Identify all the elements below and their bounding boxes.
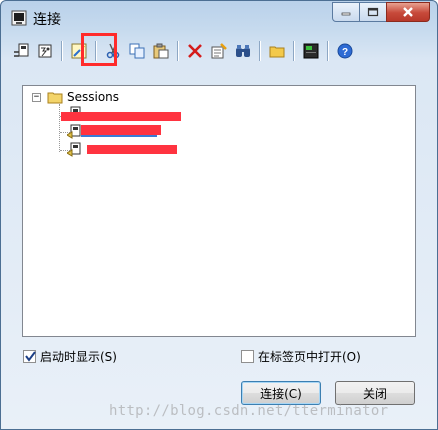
binoculars-icon (236, 45, 250, 57)
delete-icon (188, 44, 202, 58)
new-folder-button[interactable] (266, 40, 288, 62)
show-on-startup-label: 启动时显示(S) (40, 350, 117, 364)
copy-button[interactable] (126, 40, 148, 62)
open-in-tab-label: 在标签页中打开(O) (258, 350, 361, 364)
properties-button[interactable] (208, 40, 230, 62)
close-window-button[interactable] (386, 2, 430, 22)
properties-icon (211, 43, 227, 59)
close-button[interactable]: 关闭 (335, 381, 415, 405)
toolbar-separator (177, 41, 179, 61)
help-icon: ? (337, 43, 353, 59)
show-on-startup-option[interactable]: 启动时显示(S) (23, 348, 117, 365)
maximize-icon (367, 7, 379, 17)
session-icon (67, 142, 81, 157)
paste-button[interactable] (150, 40, 172, 62)
selection-underline (81, 135, 157, 137)
checkmark-icon (25, 351, 36, 362)
folder-icon (47, 92, 63, 104)
connect-button[interactable]: 连接(C) (241, 381, 321, 405)
app-icon (11, 10, 27, 26)
toolbar: ? (9, 37, 429, 65)
session-tree[interactable]: − Sessions (22, 85, 416, 337)
maximize-button[interactable] (359, 2, 387, 22)
watermark-text: http://blog.csdn.net/tterminator (109, 403, 389, 419)
redacted-session-name (61, 112, 181, 121)
toolbar-separator (61, 41, 63, 61)
connect-session-button[interactable] (10, 40, 32, 62)
toolbar-separator (293, 41, 295, 61)
minimize-icon (341, 12, 351, 16)
toolbar-separator (327, 41, 329, 61)
delete-button[interactable] (184, 40, 206, 62)
folder-icon (269, 46, 285, 58)
copy-icon (129, 43, 145, 59)
tree-connector (59, 104, 60, 152)
connect-dialog: 连接 ? − Sessions 启动时显示(S) 在标签页中打开(O) 连接(C… (0, 0, 438, 430)
toolbar-highlight-box (81, 33, 117, 66)
terminal-icon (303, 43, 319, 59)
quick-connect-icon (38, 44, 52, 58)
paste-icon (153, 43, 169, 59)
redacted-session-name (81, 125, 161, 135)
minimize-button[interactable] (332, 2, 360, 22)
redacted-session-name (87, 145, 177, 154)
title-bar: 连接 (1, 1, 437, 31)
terminal-button[interactable] (300, 40, 322, 62)
svg-text:?: ? (342, 47, 348, 58)
open-in-tab-option[interactable]: 在标签页中打开(O) (241, 348, 361, 365)
find-button[interactable] (232, 40, 254, 62)
connect-icon (14, 43, 29, 57)
open-in-tab-checkbox[interactable] (241, 350, 254, 363)
collapse-toggle[interactable]: − (32, 93, 41, 102)
tree-root-sessions[interactable]: Sessions (67, 90, 119, 104)
help-button[interactable]: ? (334, 40, 356, 62)
close-icon (403, 7, 413, 17)
caption-buttons (332, 2, 430, 22)
toolbar-separator (259, 41, 261, 61)
quick-connect-button[interactable] (34, 40, 56, 62)
show-on-startup-checkbox[interactable] (23, 350, 36, 363)
window-title: 连接 (33, 12, 61, 28)
